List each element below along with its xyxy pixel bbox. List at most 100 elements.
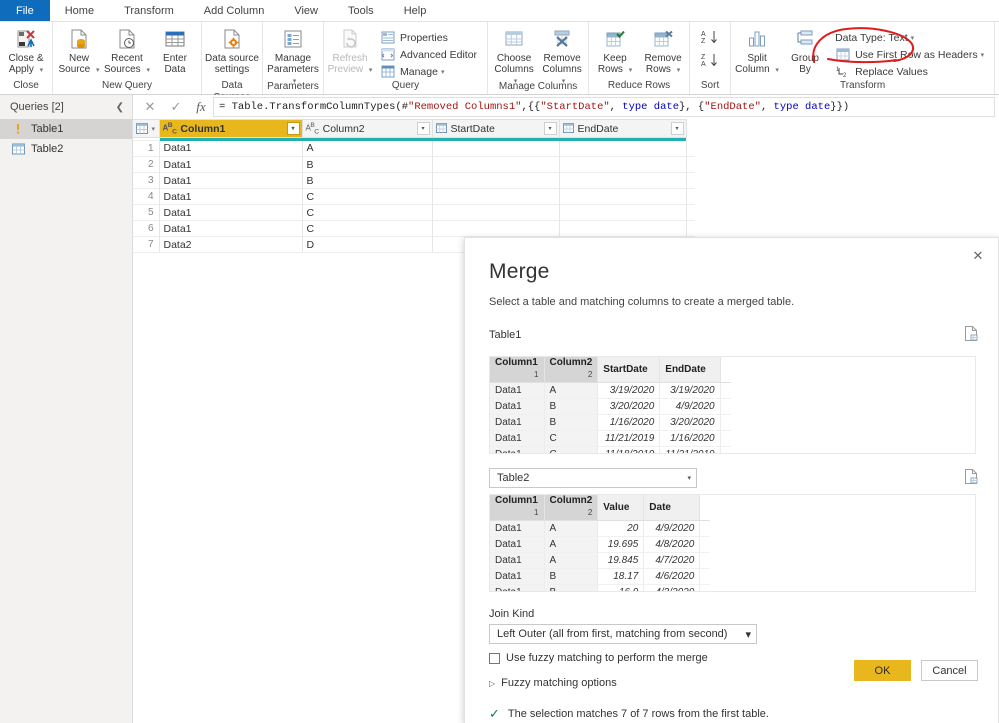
properties-button[interactable]: Properties (380, 29, 481, 46)
choose-columns-button[interactable]: Choose Columns ▾ (490, 25, 538, 89)
grid-column-header-column1[interactable]: ABC Column1 ▾ (159, 119, 303, 138)
advanced-editor-button[interactable]: Advanced Editor (380, 46, 481, 63)
grid-cell[interactable] (559, 188, 687, 205)
sidebar-item-table1-label: Table1 (31, 123, 64, 135)
recent-sources-button[interactable]: Recent Sources ▾ (103, 25, 151, 78)
fuzzy-matching-checkbox[interactable] (489, 652, 500, 664)
table-row[interactable]: 6 Data1 C (133, 220, 695, 237)
close-icon[interactable]: ✕ (970, 248, 986, 264)
grid-cell[interactable] (559, 140, 687, 157)
menu-tab-tools[interactable]: Tools (333, 0, 389, 21)
grid-column-header-startdate[interactable]: StartDate ▾ (432, 119, 560, 138)
new-source-button[interactable]: New Source ▾ (55, 25, 103, 78)
manage-parameters-button[interactable]: Manage Parameters ▾ (265, 25, 321, 89)
preview-column-header[interactable]: Column2 2 (544, 357, 599, 383)
enter-data-button[interactable]: Enter Data (151, 25, 199, 77)
data-source-settings-button[interactable]: Data source settings (204, 25, 260, 77)
sidebar-item-table2[interactable]: Table2 (0, 139, 132, 159)
table-row[interactable]: 4 Data1 C (133, 188, 695, 205)
remove-columns-button[interactable]: Remove Columns ▾ (538, 25, 586, 89)
preview-column-header[interactable]: Value (597, 495, 645, 521)
chevron-left-icon[interactable]: ❮ (116, 102, 124, 113)
grid-cell[interactable]: Data1 (159, 204, 303, 221)
preview-column-header[interactable]: Column1 1 (490, 357, 545, 383)
grid-cell[interactable] (432, 188, 560, 205)
remove-rows-button[interactable]: Remove Rows ▾ (639, 25, 687, 78)
grid-cell[interactable] (559, 204, 687, 221)
startdate-filter-dropdown[interactable]: ▾ (543, 122, 557, 135)
ribbon-group-label-transform: Transform (839, 80, 886, 91)
menu-tab-view[interactable]: View (279, 0, 333, 21)
preview-cell: Data1 (490, 382, 545, 399)
grid-cell[interactable]: B (302, 156, 433, 173)
grid-column-header-enddate[interactable]: EndDate ▾ (559, 119, 687, 138)
grid-cell[interactable]: C (302, 204, 433, 221)
refresh-preview-button[interactable]: Refresh Preview ▾ (326, 25, 374, 78)
grid-cell[interactable]: Data1 (159, 156, 303, 173)
grid-cell[interactable] (432, 140, 560, 157)
sidebar-item-table1[interactable]: Table1 (0, 119, 132, 139)
cancel-button[interactable]: Cancel (921, 660, 978, 681)
table-row[interactable]: 5 Data1 C (133, 204, 695, 221)
menu-tab-home[interactable]: Home (49, 0, 110, 21)
grid-cell-filler (686, 140, 695, 157)
menu-tab-add-column[interactable]: Add Column (189, 0, 280, 21)
keep-rows-icon (604, 27, 626, 51)
preview-column-header[interactable]: Column1 1 (490, 495, 545, 521)
sort-descending-icon[interactable]: Z A (700, 52, 720, 71)
menu-tab-transform[interactable]: Transform (109, 0, 189, 21)
join-kind-select[interactable]: Left Outer (all from first, matching fro… (489, 624, 757, 644)
manage-button[interactable]: Manage ▾ (380, 63, 481, 80)
grid-cell[interactable]: B (302, 172, 433, 189)
preview-table-icon[interactable] (964, 326, 978, 344)
cancel-icon[interactable]: ✕ (137, 99, 163, 115)
grid-cell[interactable] (432, 220, 560, 237)
sort-ascending-icon[interactable]: A Z (700, 29, 720, 48)
enddate-filter-dropdown[interactable]: ▾ (670, 122, 684, 135)
grid-cell[interactable]: Data1 (159, 220, 303, 237)
table-row[interactable]: 1 Data1 A (133, 140, 695, 157)
preview-column-header[interactable]: Column2 2 (544, 495, 599, 521)
column2-filter-dropdown[interactable]: ▾ (416, 122, 430, 135)
row-number: 7 (133, 236, 160, 253)
grid-cell[interactable] (559, 156, 687, 173)
grid-column-header-column2[interactable]: ABC Column2 ▾ (302, 119, 433, 138)
grid-cell[interactable]: C (302, 188, 433, 205)
formula-text: = Table.TransformColumnTypes(#"Removed C… (219, 101, 850, 113)
ok-button[interactable]: OK (854, 660, 911, 681)
use-first-row-as-headers-button[interactable]: Use First Row as Headers ▾ (835, 46, 988, 63)
table-row[interactable]: 2 Data1 B (133, 156, 695, 173)
keep-rows-button[interactable]: Keep Rows ▾ (591, 25, 639, 78)
grid-cell[interactable]: A (302, 140, 433, 157)
menu-tab-file[interactable]: File (0, 0, 50, 21)
replace-values-button[interactable]: 1 2 Replace Values (835, 63, 988, 80)
grid-cell[interactable] (432, 172, 560, 189)
close-and-apply-button[interactable]: Close & Apply ▾ (2, 25, 50, 78)
grid-cell[interactable]: Data2 (159, 236, 303, 253)
preview-column-header[interactable]: Date (643, 495, 701, 521)
second-table-select[interactable]: Table2 ▾ (489, 468, 697, 488)
grid-cell[interactable]: D (302, 236, 433, 253)
menu-tab-help[interactable]: Help (389, 0, 442, 21)
group-by-button[interactable]: Group By (781, 25, 829, 77)
grid-cell[interactable]: C (302, 220, 433, 237)
preview-row: Data1 B 3/20/2020 4/9/2020 (490, 398, 731, 415)
grid-cell[interactable] (432, 156, 560, 173)
table-row[interactable]: 3 Data1 B (133, 172, 695, 189)
group-by-label: Group By (791, 53, 819, 75)
grid-cell[interactable]: Data1 (159, 188, 303, 205)
data-type-button[interactable]: Data Type: Text ▾ (835, 29, 988, 46)
preview-column-header[interactable]: EndDate (659, 357, 721, 383)
formula-input[interactable]: = Table.TransformColumnTypes(#"Removed C… (213, 97, 995, 117)
column1-filter-dropdown[interactable]: ▾ (286, 122, 300, 135)
grid-cell[interactable] (432, 204, 560, 221)
preview-column-header[interactable]: StartDate (597, 357, 661, 383)
grid-select-all-button[interactable]: ▾ (133, 119, 160, 138)
checkmark-icon[interactable]: ✓ (163, 99, 189, 115)
grid-cell[interactable] (559, 172, 687, 189)
grid-cell[interactable] (559, 220, 687, 237)
preview-table-icon[interactable] (964, 469, 978, 487)
grid-cell[interactable]: Data1 (159, 172, 303, 189)
split-column-button[interactable]: Split Column ▾ (733, 25, 781, 78)
grid-cell[interactable]: Data1 (159, 140, 303, 157)
